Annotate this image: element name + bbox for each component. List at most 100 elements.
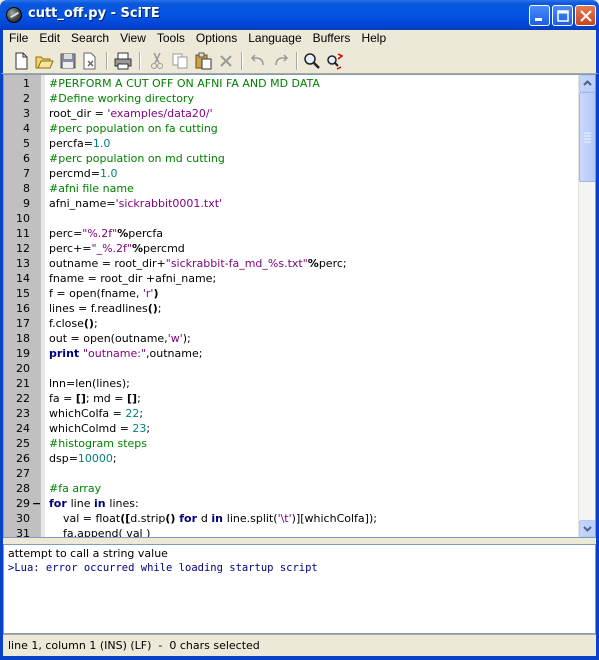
menu-options[interactable]: Options xyxy=(191,30,242,47)
minimize-button[interactable] xyxy=(529,5,550,26)
code-line[interactable]: f = open(fname, 'r') xyxy=(49,286,159,301)
code-line[interactable]: fname = root_dir +afni_name; xyxy=(49,271,216,286)
scite-app-icon[interactable] xyxy=(6,7,22,23)
scroll-up-button[interactable] xyxy=(579,75,595,92)
open-file-button[interactable] xyxy=(34,51,54,71)
replace-button[interactable] xyxy=(325,51,345,71)
scrollbar-thumb[interactable] xyxy=(579,92,595,182)
code-line[interactable]: percmd=1.0 xyxy=(49,166,118,181)
menu-buffers[interactable]: Buffers xyxy=(308,30,356,47)
code-token-default: fa.append( val ) xyxy=(49,527,151,537)
find-button[interactable] xyxy=(302,51,322,71)
code-token-op: ([ xyxy=(120,512,131,525)
output-error-line: >Lua: error occurred while loading start… xyxy=(8,562,318,574)
code-line[interactable]: print "outname:",outname; xyxy=(49,346,202,361)
line-number: 30 xyxy=(16,512,30,525)
minimize-icon xyxy=(535,18,542,21)
status-bar: line 1, column 1 (INS) (LF) - 0 chars se… xyxy=(3,634,596,656)
menu-tools[interactable]: Tools xyxy=(152,30,190,47)
code-token-default: outname = root_dir+ xyxy=(49,257,166,270)
code-token-comment: #perc population on fa cutting xyxy=(49,122,218,135)
title-bar[interactable]: cutt_off.py - SciTE xyxy=(0,0,599,30)
code-line[interactable]: f.close(); xyxy=(49,316,98,331)
code-editor[interactable]: 1 2 3 4 5 6 7 8 9 10 11 12 13 14 15 16 17 18 19 20 21 22 23 24 2… xyxy=(3,74,596,538)
code-line[interactable]: afni_name='sickrabbit0001.txt' xyxy=(49,196,222,211)
delete-button[interactable] xyxy=(216,51,236,71)
code-line[interactable]: #histogram steps xyxy=(49,436,147,451)
code-token-default: ; xyxy=(157,302,162,315)
line-number: 6 xyxy=(23,152,30,165)
toolbar xyxy=(0,48,599,74)
code-token-default: )][whichColfa]); xyxy=(291,512,377,525)
code-line[interactable]: #fa array xyxy=(49,481,101,496)
code-line[interactable]: #perc population on md cutting xyxy=(49,151,225,166)
chevron-up-icon xyxy=(583,80,592,86)
open-icon xyxy=(35,56,54,69)
cut-icon xyxy=(151,52,163,69)
code-line[interactable]: #afni file name xyxy=(49,181,134,196)
code-line[interactable]: #Define working directory xyxy=(49,91,194,106)
vertical-scrollbar[interactable] xyxy=(578,75,595,537)
code-token-default: ; md = xyxy=(85,392,128,405)
fold-toggle-icon[interactable]: − xyxy=(32,496,41,511)
code-area[interactable]: #PERFORM A CUT OFF ON AFNI FA AND MD DAT… xyxy=(45,75,578,537)
menu-view[interactable]: View xyxy=(115,30,151,47)
code-line[interactable]: perc+="_%.2f"%percmd xyxy=(49,241,185,256)
code-line[interactable]: out = open(outname,'w'); xyxy=(49,331,191,346)
undo-button[interactable] xyxy=(248,51,268,71)
code-line[interactable]: fa = []; md = []; xyxy=(49,391,141,406)
menu-file[interactable]: File xyxy=(4,30,33,47)
line-number: 23 xyxy=(16,407,30,420)
code-token-default: percmd= xyxy=(49,167,100,180)
replace-icon xyxy=(327,53,344,70)
code-token-default: ; xyxy=(112,452,117,465)
print-icon xyxy=(114,52,132,70)
line-number-gutter: 1 2 3 4 5 6 7 8 9 10 11 12 13 14 15 16 17 18 19 20 21 22 23 24 2… xyxy=(4,75,41,537)
code-line[interactable]: whichColmd = 23; xyxy=(49,421,150,436)
code-token-default: perc+= xyxy=(49,242,92,255)
menu-edit[interactable]: Edit xyxy=(34,30,65,47)
code-line[interactable]: outname = root_dir+"sickrabbit-fa_md_%s.… xyxy=(49,256,347,271)
code-line[interactable]: lnn=len(lines); xyxy=(49,376,130,391)
scroll-down-button[interactable] xyxy=(579,520,595,537)
code-line[interactable]: val = float([d.strip() for d in line.spl… xyxy=(49,511,377,526)
code-line[interactable]: dsp=10000; xyxy=(49,451,117,466)
print-button[interactable] xyxy=(113,51,133,71)
maximize-button[interactable] xyxy=(552,5,573,26)
line-number: 2 xyxy=(23,92,30,105)
save-button[interactable] xyxy=(58,51,78,71)
code-token-op: () xyxy=(147,302,158,315)
code-token-keyword: in xyxy=(93,497,110,510)
code-line[interactable]: whichColfa = 22; xyxy=(49,406,143,421)
redo-button[interactable] xyxy=(271,51,291,71)
code-token-comment: #PERFORM A CUT OFF ON AFNI FA AND MD DAT… xyxy=(49,77,320,90)
toolbar-separator xyxy=(296,52,298,70)
code-token-default: d.strip xyxy=(130,512,166,525)
cut-button[interactable] xyxy=(147,51,167,71)
paste-icon xyxy=(195,52,212,70)
code-line[interactable]: #PERFORM A CUT OFF ON AFNI FA AND MD DAT… xyxy=(49,76,320,91)
code-line[interactable]: #perc population on fa cutting xyxy=(49,121,218,136)
code-line[interactable]: root_dir = 'examples/data20/' xyxy=(49,106,213,121)
code-line[interactable]: perc="%.2f"%percfa xyxy=(49,226,163,241)
code-line[interactable]: fa.append( val ) xyxy=(49,526,150,537)
code-line[interactable]: for line in lines: xyxy=(49,496,139,511)
new-file-button[interactable] xyxy=(11,51,31,71)
menu-language[interactable]: Language xyxy=(243,30,306,47)
code-line[interactable]: percfa=1.0 xyxy=(49,136,110,151)
copy-button[interactable] xyxy=(170,51,190,71)
grip-icon xyxy=(584,132,591,143)
close-file-button[interactable] xyxy=(80,51,100,71)
code-token-comment: #fa array xyxy=(49,482,102,495)
close-button[interactable] xyxy=(575,5,596,26)
code-token-op: % xyxy=(307,257,319,270)
output-pane[interactable]: attempt to call a string value >Lua: err… xyxy=(3,544,596,634)
line-number: 31 xyxy=(16,527,30,538)
code-token-default: ,outname; xyxy=(146,347,203,360)
menu-help[interactable]: Help xyxy=(356,30,391,47)
code-token-default: fa = xyxy=(49,392,76,405)
code-line[interactable]: lines = f.readlines(); xyxy=(49,301,162,316)
menu-search[interactable]: Search xyxy=(66,30,114,47)
paste-button[interactable] xyxy=(193,51,213,71)
code-token-string: "sickrabbit-fa_md_%s.txt" xyxy=(165,257,308,270)
